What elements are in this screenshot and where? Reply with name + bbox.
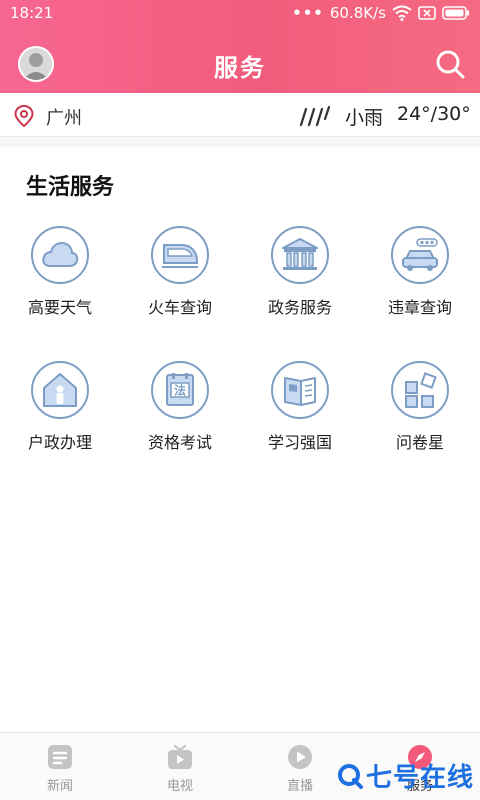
temperature-range: 24°/30° xyxy=(397,103,471,125)
service-label: 高要天气 xyxy=(27,298,92,317)
service-icon-frame xyxy=(271,226,329,284)
header: 18:21 ••• 60.8K/s 服务 xyxy=(0,0,480,93)
news-icon xyxy=(48,745,72,769)
tab-label: 新闻 xyxy=(46,779,73,794)
location-pin-icon[interactable] xyxy=(14,105,34,127)
service-train[interactable]: 火车查询 xyxy=(120,224,240,334)
play-icon xyxy=(288,745,312,769)
tab-tv[interactable]: 电视 xyxy=(120,733,240,800)
law-book-icon: 法 xyxy=(166,373,194,406)
sim-icon xyxy=(418,6,436,20)
train-icon xyxy=(162,244,198,268)
service-wjx[interactable]: 问卷星 xyxy=(360,359,480,469)
service-label: 问卷星 xyxy=(395,433,444,452)
flag-book-icon xyxy=(284,377,316,406)
weather-condition: 小雨 xyxy=(345,107,384,129)
service-label: 学习强国 xyxy=(267,433,332,452)
grid-squares-icon xyxy=(405,372,437,408)
service-icon-frame xyxy=(31,361,89,419)
page-title: 服务 xyxy=(214,54,266,82)
status-bar: 18:21 ••• 60.8K/s xyxy=(0,0,480,28)
svg-text:法: 法 xyxy=(174,383,186,398)
status-time: 18:21 xyxy=(10,4,54,22)
service-label: 户政办理 xyxy=(27,433,92,452)
house-person-icon xyxy=(43,373,77,407)
cloud-icon xyxy=(42,241,79,267)
service-exam[interactable]: 法 资格考试 xyxy=(120,359,240,469)
city-label[interactable]: 广州 xyxy=(46,104,82,130)
watermark-logo-icon xyxy=(337,763,363,789)
service-icon-frame xyxy=(391,226,449,284)
tab-label: 电视 xyxy=(166,779,193,794)
service-label: 政务服务 xyxy=(267,298,332,317)
service-icon-frame xyxy=(271,361,329,419)
location-bar: 广州 小雨 24°/30° xyxy=(0,93,480,137)
rain-icon xyxy=(300,105,330,127)
service-xuexi[interactable]: 学习强国 xyxy=(240,359,360,469)
network-speed: 60.8K/s xyxy=(329,4,386,22)
tab-news[interactable]: 新闻 xyxy=(0,733,120,800)
wifi-icon xyxy=(392,5,412,21)
service-icon-frame xyxy=(391,361,449,419)
tv-icon xyxy=(168,744,192,769)
more-dots-icon: ••• xyxy=(292,4,324,22)
services-panel: 生活服务 高要天气 火车查询 政务服务 违章查询 户政办理 法 资格考试 学习强… xyxy=(0,147,480,732)
service-label: 资格考试 xyxy=(147,433,212,452)
service-household[interactable]: 户政办理 xyxy=(0,359,120,469)
service-label: 火车查询 xyxy=(147,298,212,317)
government-building-icon xyxy=(282,238,318,270)
service-weather[interactable]: 高要天气 xyxy=(0,224,120,334)
service-icon-frame xyxy=(31,226,89,284)
service-icon-frame xyxy=(151,226,209,284)
service-label: 违章查询 xyxy=(387,298,452,317)
search-icon[interactable] xyxy=(434,48,466,80)
title-bar: 服务 xyxy=(0,28,480,93)
status-icons: ••• 60.8K/s xyxy=(292,4,470,22)
watermark-text: 七号在线 xyxy=(365,763,474,793)
service-icon-frame: 法 xyxy=(151,361,209,419)
service-violation[interactable]: 违章查询 xyxy=(360,224,480,334)
battery-icon xyxy=(442,6,469,20)
section-title: 生活服务 xyxy=(26,175,115,200)
car-icon xyxy=(402,238,438,271)
service-government[interactable]: 政务服务 xyxy=(240,224,360,334)
watermark: 七号在线 xyxy=(336,757,474,794)
